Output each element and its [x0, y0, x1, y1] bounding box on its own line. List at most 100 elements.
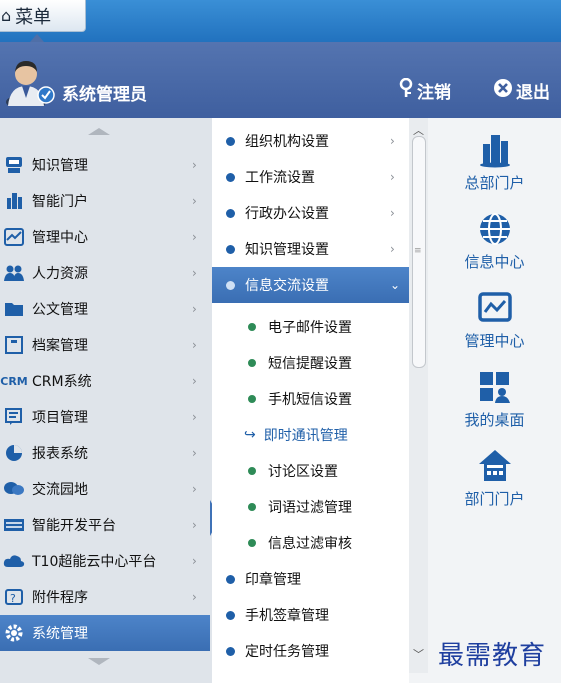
subsubmenu-item-mobile-sms[interactable]: 手机短信设置 — [212, 381, 409, 417]
subsubmenu-item-info-review[interactable]: 信息过滤审核 — [212, 525, 409, 561]
submenu-label: 印章管理 — [245, 572, 301, 588]
chevron-right-icon: › — [192, 554, 197, 568]
menu-label: 报表系统 — [32, 446, 88, 462]
desktop-icon — [475, 367, 515, 407]
svg-text:?: ? — [10, 592, 16, 605]
logout-button[interactable]: 注销 — [398, 77, 451, 103]
subsubmenu-item-word-filter[interactable]: 词语过滤管理 — [212, 489, 409, 525]
quick-link-hq-portal[interactable]: 总部门户 — [428, 130, 561, 193]
subsubmenu-label: 信息过滤审核 — [268, 536, 352, 552]
menu-item-project[interactable]: 项目管理 › — [0, 399, 210, 435]
bullet-icon — [248, 323, 256, 331]
menu-label: 系统管理 — [32, 626, 88, 642]
scroll-down-arrow[interactable] — [88, 658, 110, 665]
quick-links: 总部门户 信息中心 管理中心 我的桌面 部门门户 — [428, 118, 561, 683]
menu-item-attachments[interactable]: ? 附件程序 › — [0, 579, 210, 615]
knowledge-icon — [2, 155, 26, 175]
quick-link-label: 信息中心 — [464, 253, 525, 271]
submenu-scrollbar[interactable]: ︿ ≡ ﹀ — [409, 118, 428, 673]
subsubmenu-item-email[interactable]: 电子邮件设置 — [212, 309, 409, 345]
bullet-icon — [248, 395, 256, 403]
subsubmenu-label: 短信提醒设置 — [268, 356, 352, 372]
exit-button[interactable]: 退出 — [493, 78, 550, 103]
submenu-item-scheduled-tasks[interactable]: 定时任务管理 — [212, 633, 409, 669]
building-icon — [475, 130, 515, 170]
bullet-icon — [226, 646, 235, 656]
cloud-icon — [2, 551, 26, 571]
submenu-item-mobile-seal[interactable]: 手机签章管理 — [212, 597, 409, 633]
chevron-right-icon: › — [192, 158, 197, 172]
menu-label: 附件程序 — [32, 590, 88, 606]
subsubmenu-item-sms-reminder[interactable]: 短信提醒设置 — [212, 345, 409, 381]
subsubmenu-item-im[interactable]: ↪ 即时通讯管理 — [212, 417, 409, 453]
quick-link-info-center[interactable]: 信息中心 — [428, 209, 561, 272]
menu-label: 交流园地 — [32, 482, 88, 498]
scroll-up-arrow[interactable] — [88, 128, 110, 135]
house-icon — [475, 446, 515, 486]
menu-label: 人力资源 — [32, 266, 88, 282]
bullet-icon — [226, 172, 235, 182]
menu-item-reports[interactable]: 报表系统 › — [0, 435, 210, 471]
menu-item-crm[interactable]: CRM CRM系统 › — [0, 363, 210, 399]
menu-label: CRM系统 — [32, 374, 92, 390]
chevron-right-icon: › — [390, 206, 395, 220]
submenu-item-seal[interactable]: 印章管理 — [212, 561, 409, 597]
subsubmenu-label: 电子邮件设置 — [268, 320, 352, 336]
menu-item-archive[interactable]: 档案管理 › — [0, 327, 210, 363]
chevron-right-icon: › — [390, 242, 395, 256]
menu-item-community[interactable]: 交流园地 › — [0, 471, 210, 507]
menu-label: 项目管理 — [32, 410, 88, 426]
bullet-icon — [248, 503, 256, 511]
archive-icon — [2, 335, 26, 355]
quick-link-management[interactable]: 管理中心 — [428, 288, 561, 351]
menu-item-hr[interactable]: 人力资源 › — [0, 255, 210, 291]
user-header: 系统管理员 注销 退出 — [0, 42, 561, 118]
menu-item-knowledge[interactable]: 知识管理 › — [0, 147, 210, 183]
submenu-item-info-exchange[interactable]: 信息交流设置 ⌄ — [212, 267, 409, 303]
chevron-right-icon: › — [192, 590, 197, 604]
submenu-item-workflow[interactable]: 工作流设置 › — [212, 159, 409, 195]
chat-icon — [2, 479, 26, 499]
menu-item-documents[interactable]: 公文管理 › — [0, 291, 210, 327]
subsubmenu-label: 讨论区设置 — [268, 464, 338, 480]
key-icon — [398, 77, 414, 103]
submenu-item-admin[interactable]: 行政办公设置 › — [212, 195, 409, 231]
quick-link-label: 管理中心 — [464, 332, 525, 350]
menu-item-system[interactable]: 系统管理 — [0, 615, 210, 651]
chevron-right-icon: › — [390, 170, 395, 184]
subsubmenu-label: 手机短信设置 — [268, 392, 352, 408]
level1-menu: 知识管理 › 智能门户 › 管理中心 › 人力资源 › 公文管理 › 档案管理 … — [0, 118, 216, 683]
home-icon: ⌂ — [1, 6, 12, 25]
menu-button[interactable]: ⌂ 菜单 — [0, 0, 86, 32]
bullet-icon — [226, 610, 235, 620]
submenu-label: 定时任务管理 — [245, 644, 329, 660]
submenu-label: 组织机构设置 — [245, 134, 329, 150]
folder-icon — [2, 299, 26, 319]
submenu-item-knowledge[interactable]: 知识管理设置 › — [212, 231, 409, 267]
chevron-down-icon[interactable]: ﹀ — [413, 646, 424, 662]
subsubmenu-item-forum[interactable]: 讨论区设置 — [212, 453, 409, 489]
submenu-label: 行政办公设置 — [245, 206, 329, 222]
menu-item-management[interactable]: 管理中心 › — [0, 219, 210, 255]
dev-icon — [2, 515, 26, 535]
menu-item-dev-platform[interactable]: 智能开发平台 › — [0, 507, 210, 543]
people-icon — [2, 263, 26, 283]
menu-label: 智能门户 — [32, 194, 88, 210]
chevron-right-icon: › — [192, 194, 197, 208]
avatar[interactable] — [4, 56, 56, 110]
chevron-right-icon: › — [192, 446, 197, 460]
pie-icon — [2, 443, 26, 463]
quick-link-dept-portal[interactable]: 部门门户 — [428, 446, 561, 509]
username: 系统管理员 — [62, 85, 147, 105]
submenu-item-org[interactable]: 组织机构设置 › — [212, 123, 409, 159]
bullet-icon — [226, 280, 235, 290]
bullet-icon — [226, 574, 235, 584]
quick-link-desktop[interactable]: 我的桌面 — [428, 367, 561, 430]
menu-item-cloud[interactable]: T10超能云中心平台 › — [0, 543, 210, 579]
bullet-icon — [248, 539, 256, 547]
chevron-right-icon: › — [192, 410, 197, 424]
menu-item-portal[interactable]: 智能门户 › — [0, 183, 210, 219]
bullet-icon — [226, 208, 235, 218]
menu-label: 公文管理 — [32, 302, 88, 318]
subsubmenu-label: 即时通讯管理 — [263, 428, 348, 444]
